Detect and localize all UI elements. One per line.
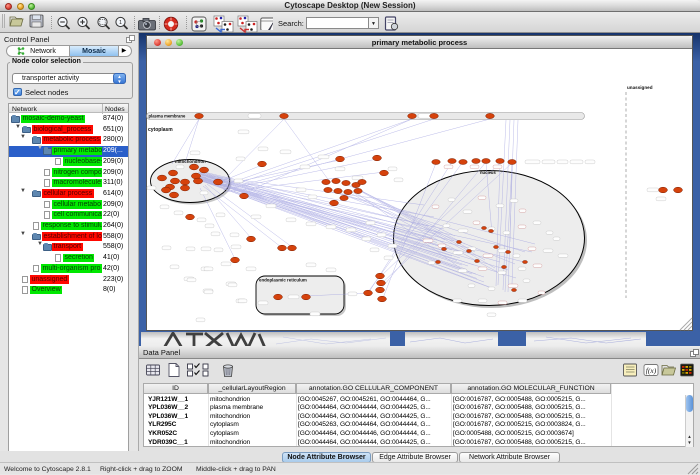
svg-text:1: 1 <box>119 20 122 26</box>
svg-text:nucleus: nucleus <box>480 170 496 175</box>
svg-text:cytoplasm: cytoplasm <box>148 127 173 133</box>
svg-text:plasma membrane: plasma membrane <box>149 114 186 119</box>
svg-text:unassigned: unassigned <box>627 85 653 90</box>
svg-text:mitochondrion: mitochondrion <box>175 159 206 164</box>
svg-text:f(x): f(x) <box>646 366 657 375</box>
svg-text:endoplasmic reticulum: endoplasmic reticulum <box>259 278 307 283</box>
